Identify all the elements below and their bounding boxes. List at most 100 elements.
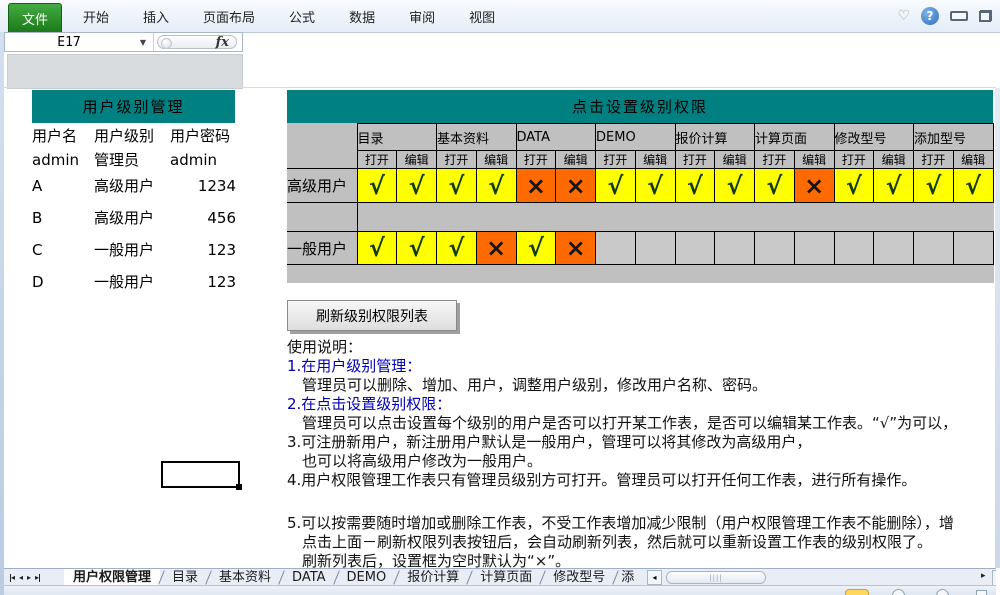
ribbon-tab-2[interactable]: 插入 (126, 7, 186, 26)
sheet-group-header: 计算页面 (755, 124, 835, 151)
grid-corner (287, 151, 357, 169)
sheet-tab-2[interactable]: 基本资料 (210, 569, 280, 586)
perm-cell[interactable]: × (516, 169, 556, 203)
scroll-right-icon[interactable]: ▸ (981, 571, 986, 581)
perm-cell[interactable]: √ (437, 169, 477, 203)
minimize-icon[interactable] (950, 11, 968, 21)
user-cell[interactable]: 高级用户 (94, 177, 170, 195)
sheet-group-header: 报价计算 (675, 124, 755, 151)
sheet-tab-partial[interactable]: 添 (617, 569, 634, 586)
sheet-tab-4[interactable]: DEMO (338, 569, 396, 586)
perm-cell[interactable]: √ (357, 232, 397, 265)
perm-cell[interactable]: √ (834, 169, 874, 203)
favorite-heart-icon[interactable]: ♡ (897, 9, 910, 23)
restore-icon[interactable] (979, 10, 992, 22)
status-box-icon (976, 590, 987, 595)
perm-cell[interactable] (834, 232, 874, 265)
ribbon-tab-6[interactable]: 审阅 (392, 7, 452, 26)
sheet-tab-0[interactable]: 用户权限管理 (64, 569, 160, 586)
sheet-tab-3[interactable]: DATA (283, 569, 335, 586)
file-tab[interactable]: 文件 (8, 3, 62, 32)
perm-cell[interactable] (596, 232, 636, 265)
perm-cell[interactable]: √ (953, 169, 993, 203)
user-cell[interactable]: 一般用户 (94, 241, 170, 259)
sheet-tab-bar: ◂ ◂ ▸ ▸ 用户权限管理目录基本资料DATADEMO报价计算计算页面修改型号… (4, 568, 996, 586)
user-cell[interactable]: A (32, 177, 94, 195)
horizontal-scrollbar-thumb[interactable]: |||| (666, 571, 766, 584)
perm-cell[interactable]: √ (914, 169, 954, 203)
perm-subheader: 打开 (914, 151, 954, 169)
perm-cell[interactable]: √ (476, 169, 516, 203)
perm-cell[interactable] (635, 232, 675, 265)
last-sheet-icon[interactable]: ▸ (35, 573, 40, 582)
instruction-line: 管理员可以删除、增加、用户，调整用户级别，修改用户名称、密码。 (287, 376, 993, 395)
perm-subheader: 打开 (516, 151, 556, 169)
perm-subheader: 编辑 (397, 151, 437, 169)
prev-sheet-icon[interactable]: ◂ (19, 573, 23, 582)
perm-cell[interactable]: × (556, 169, 596, 203)
perm-cell[interactable]: √ (874, 169, 914, 203)
scrollbar-end-box[interactable] (992, 570, 996, 586)
perm-subheader: 打开 (596, 151, 636, 169)
ribbon-tab-1[interactable]: 开始 (66, 7, 126, 26)
user-cell[interactable]: 123 (170, 273, 236, 291)
perm-cell[interactable]: √ (596, 169, 636, 203)
perm-subheader: 打开 (437, 151, 477, 169)
name-box[interactable]: E17 (5, 35, 133, 50)
next-sheet-icon[interactable]: ▸ (27, 573, 31, 582)
user-cell[interactable]: C (32, 241, 94, 259)
perm-cell[interactable] (755, 232, 795, 265)
perm-cell[interactable]: √ (516, 232, 556, 265)
perm-cell[interactable]: √ (397, 169, 437, 203)
user-cell[interactable]: 1234 (170, 177, 236, 195)
perm-cell[interactable]: √ (635, 169, 675, 203)
insert-function-icon[interactable]: fx (216, 35, 229, 50)
perm-subheader: 编辑 (635, 151, 675, 169)
sheet-tab-5[interactable]: 报价计算 (398, 569, 468, 586)
fill-handle[interactable] (236, 484, 242, 490)
perm-cell[interactable] (874, 232, 914, 265)
instruction-line: 点击上面－刷新权限列表按钮后，会自动刷新列表，然后就可以重新设置工作表的级别权限… (287, 533, 993, 552)
user-cell[interactable]: 高级用户 (94, 209, 170, 227)
ribbon-tab-3[interactable]: 页面布局 (186, 7, 272, 26)
perm-cell[interactable]: √ (357, 169, 397, 203)
perm-cell[interactable]: × (556, 232, 596, 265)
user-cell[interactable]: 456 (170, 209, 236, 227)
user-cell[interactable]: 一般用户 (94, 273, 170, 291)
perm-cell[interactable]: √ (675, 169, 715, 203)
user-cell[interactable]: admin (170, 151, 236, 169)
spreadsheet-window: 文件 开始插入页面布局公式数据审阅视图 ♡ ? E17 ▼ fx 用户级别管理 … (0, 0, 1000, 595)
perm-cell[interactable]: × (476, 232, 516, 265)
perm-cell[interactable]: √ (715, 169, 755, 203)
selected-cell-outline[interactable] (161, 461, 240, 488)
ribbon-tab-5[interactable]: 数据 (332, 7, 392, 26)
perm-cell[interactable]: √ (755, 169, 795, 203)
perm-cell[interactable]: √ (437, 232, 477, 265)
perm-cell[interactable] (953, 232, 993, 265)
divider (4, 87, 996, 88)
perm-subheader: 编辑 (874, 151, 914, 169)
name-box-dropdown-icon[interactable]: ▼ (133, 38, 153, 47)
sheet-tab-1[interactable]: 目录 (163, 569, 207, 586)
perm-cell[interactable]: √ (397, 232, 437, 265)
help-icon[interactable]: ? (921, 7, 939, 25)
status-bar (4, 585, 996, 595)
perm-cell[interactable] (675, 232, 715, 265)
user-cell[interactable]: D (32, 273, 94, 291)
perm-cell[interactable] (914, 232, 954, 265)
sheet-group-header: 修改型号 (834, 124, 914, 151)
tab-scroll-left-icon[interactable]: ◂ (647, 570, 662, 585)
refresh-permission-list-button[interactable]: 刷新级别权限列表 (287, 300, 457, 331)
user-cell[interactable]: 123 (170, 241, 236, 259)
first-sheet-icon[interactable]: ◂ (10, 573, 15, 582)
user-cell[interactable]: admin (32, 151, 94, 169)
ribbon-tab-7[interactable]: 视图 (452, 7, 512, 26)
sheet-tab-6[interactable]: 计算页面 (471, 569, 541, 586)
sheet-tab-7[interactable]: 修改型号 (544, 569, 614, 586)
perm-cell[interactable] (794, 232, 834, 265)
perm-cell[interactable]: × (794, 169, 834, 203)
ribbon-tab-4[interactable]: 公式 (272, 7, 332, 26)
user-cell[interactable]: 管理员 (94, 151, 170, 169)
user-cell[interactable]: B (32, 209, 94, 227)
perm-cell[interactable] (715, 232, 755, 265)
